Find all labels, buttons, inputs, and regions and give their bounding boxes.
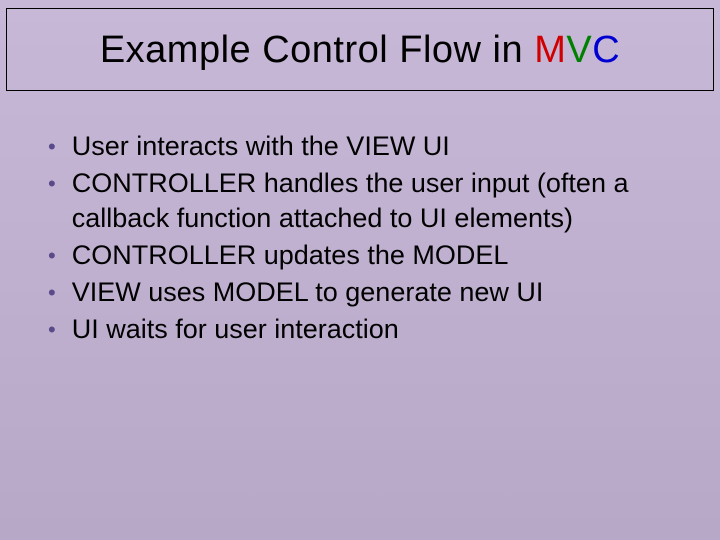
bullet-list: • User interacts with the VIEW UI • CONT…: [40, 129, 680, 348]
title-container: Example Control Flow in MVC: [6, 8, 714, 91]
bullet-text: CONTROLLER handles the user input (often…: [72, 166, 680, 236]
list-item: • UI waits for user interaction: [40, 312, 680, 347]
slide-title: Example Control Flow in MVC: [17, 29, 703, 72]
bullet-text: UI waits for user interaction: [72, 312, 680, 347]
list-item: • CONTROLLER handles the user input (oft…: [40, 166, 680, 236]
bullet-icon: •: [48, 170, 56, 199]
list-item: • User interacts with the VIEW UI: [40, 129, 680, 164]
content-area: • User interacts with the VIEW UI • CONT…: [0, 91, 720, 350]
title-v: V: [566, 29, 592, 71]
bullet-text: User interacts with the VIEW UI: [72, 129, 680, 164]
list-item: • CONTROLLER updates the MODEL: [40, 238, 680, 273]
bullet-icon: •: [48, 316, 56, 345]
title-prefix: Example Control Flow in: [100, 29, 534, 71]
slide: Example Control Flow in MVC • User inter…: [0, 0, 720, 540]
bullet-text: VIEW uses MODEL to generate new UI: [72, 275, 680, 310]
bullet-text: CONTROLLER updates the MODEL: [72, 238, 680, 273]
bullet-icon: •: [48, 133, 56, 162]
list-item: • VIEW uses MODEL to generate new UI: [40, 275, 680, 310]
title-m: M: [534, 29, 566, 71]
bullet-icon: •: [48, 279, 56, 308]
bullet-icon: •: [48, 242, 56, 271]
title-c: C: [592, 29, 620, 71]
